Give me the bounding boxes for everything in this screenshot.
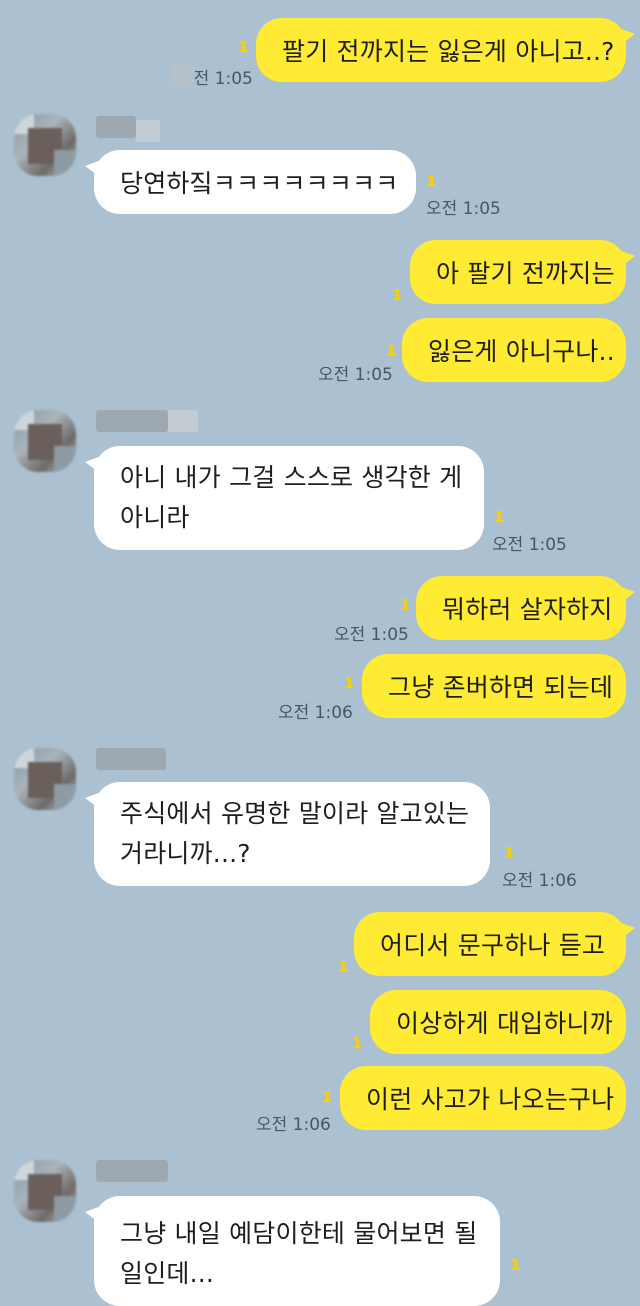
- friend-avatar[interactable]: [14, 114, 76, 176]
- blurred-region: [172, 62, 194, 86]
- friend-name-blurred: [136, 120, 160, 142]
- unread-count: 1: [510, 1256, 521, 1274]
- message-time: 오전 1:06: [502, 871, 577, 891]
- message-text: 잃은게 아니구나..: [428, 337, 615, 366]
- message-time: 오전 1:06: [278, 703, 353, 723]
- friend-name-blurred: [96, 748, 166, 770]
- message-text: 이런 사고가 나오는구나: [366, 1085, 615, 1114]
- unread-count: 1: [504, 844, 515, 862]
- message-text: 아 팔기 전까지는: [436, 259, 615, 288]
- unread-count: 1: [338, 958, 349, 976]
- unread-count: 1: [322, 1088, 333, 1106]
- friend-message-bubble[interactable]: 당연하짘ㅋㅋㅋㅋㅋㅋㅋㅋ: [85, 150, 416, 214]
- my-message-bubble[interactable]: 어디서 문구하나 듣고: [354, 912, 635, 976]
- unread-count: 1: [494, 508, 505, 526]
- my-message-bubble[interactable]: 뭐하러 살자하지: [416, 576, 635, 640]
- message-time: 오전 1:05: [426, 199, 501, 219]
- friend-name-blurred: [96, 410, 168, 432]
- message-text: 그냥 존버하면 되는데: [388, 673, 614, 702]
- friend-avatar[interactable]: [14, 410, 76, 472]
- friend-name-blurred: [168, 410, 198, 432]
- friend-avatar[interactable]: [14, 1160, 76, 1222]
- unread-count: 1: [392, 286, 403, 304]
- message-text: 어디서 문구하나 듣고: [380, 931, 606, 960]
- my-message-bubble[interactable]: 그냥 존버하면 되는데: [362, 654, 626, 718]
- message-text: 일인데...: [120, 1259, 215, 1288]
- friend-message-bubble[interactable]: 주식에서 유명한 말이라 알고있는 거라니까...?: [85, 782, 490, 886]
- friend-message-bubble[interactable]: 그냥 내일 예담이한테 물어보면 될 일인데...: [85, 1196, 500, 1306]
- friend-message-bubble[interactable]: 아니 내가 그걸 스스로 생각한 게 아니라: [85, 446, 484, 550]
- message-text: 주식에서 유명한 말이라 알고있는: [120, 799, 470, 828]
- my-message-bubble[interactable]: 이상하게 대입하니까: [370, 990, 626, 1054]
- message-text: 뭐하러 살자하지: [442, 595, 613, 624]
- unread-count: 1: [426, 172, 437, 190]
- friend-name-blurred: [96, 1160, 168, 1182]
- message-time: 오전 1:05: [334, 625, 409, 645]
- my-message-bubble[interactable]: 팔기 전까지는 잃은게 아니고..?: [256, 18, 635, 82]
- friend-name-blurred: [96, 116, 136, 138]
- unread-count: 1: [238, 38, 249, 56]
- my-message-bubble[interactable]: 잃은게 아니구나..: [402, 318, 626, 382]
- my-message-bubble[interactable]: 이런 사고가 나오는구나: [340, 1066, 626, 1130]
- message-text: 그냥 내일 예담이한테 물어보면 될: [120, 1219, 478, 1248]
- unread-count: 1: [352, 1034, 363, 1052]
- message-time: 오전 1:05: [318, 365, 393, 385]
- my-message-bubble[interactable]: 아 팔기 전까지는: [410, 240, 635, 304]
- friend-avatar[interactable]: [14, 748, 76, 810]
- message-text: 아니 내가 그걸 스스로 생각한 게: [120, 463, 463, 492]
- message-time: 오전 1:05: [492, 535, 567, 555]
- message-time: 오전 1:06: [256, 1115, 331, 1135]
- message-text: 당연하짘ㅋㅋㅋㅋㅋㅋㅋㅋ: [120, 169, 399, 198]
- message-text: 거라니까...?: [120, 839, 251, 868]
- unread-count: 1: [386, 342, 397, 360]
- unread-count: 1: [400, 596, 411, 614]
- message-text: 팔기 전까지는 잃은게 아니고..?: [282, 37, 615, 66]
- unread-count: 1: [344, 674, 355, 692]
- message-text: 아니라: [120, 503, 190, 532]
- message-text: 이상하게 대입하니까: [396, 1009, 613, 1038]
